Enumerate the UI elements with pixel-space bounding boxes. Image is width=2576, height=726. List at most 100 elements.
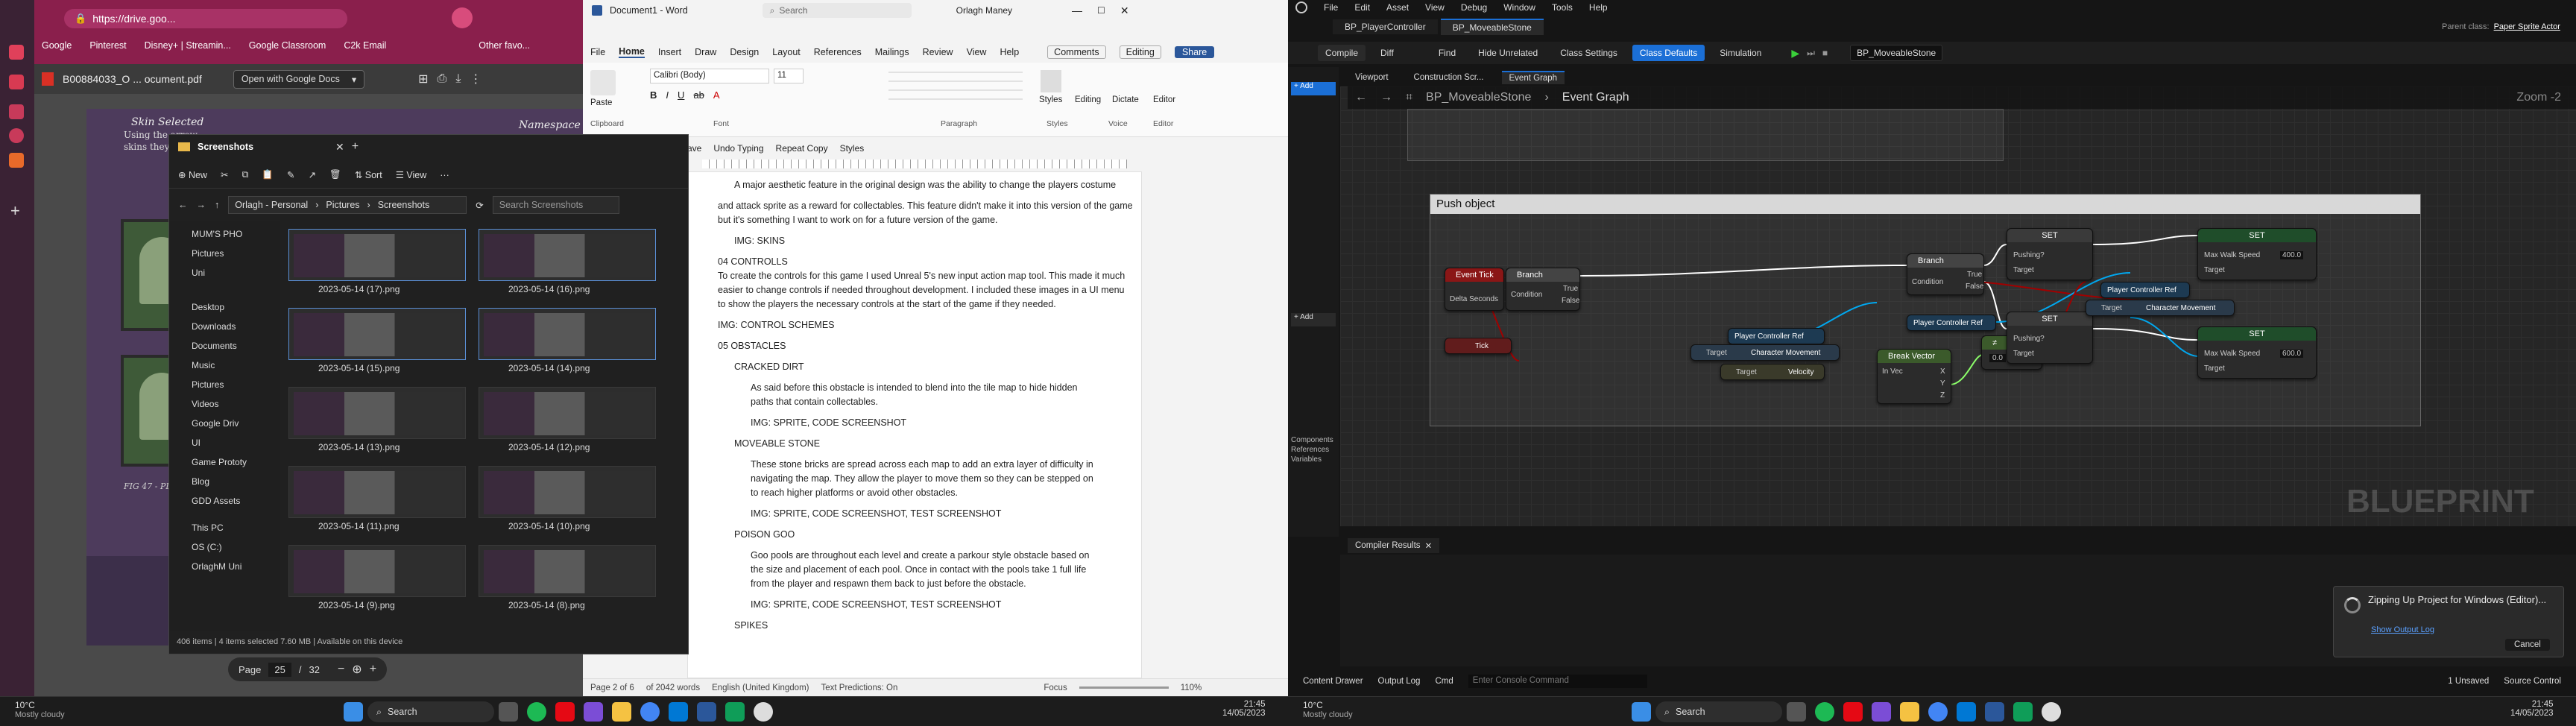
zoom-out-icon[interactable]: − bbox=[338, 663, 344, 676]
menu-edit[interactable]: Edit bbox=[1354, 2, 1370, 13]
taskview-icon[interactable] bbox=[1787, 702, 1806, 722]
menu-references[interactable]: References bbox=[814, 47, 862, 57]
editing-button[interactable]: Editing bbox=[1119, 45, 1161, 59]
up-icon[interactable]: ↑ bbox=[215, 200, 219, 210]
nav-item[interactable]: Videos bbox=[192, 399, 218, 409]
new-tab-icon[interactable]: + bbox=[352, 140, 359, 154]
event-tick-node[interactable]: Event Tick Delta Seconds bbox=[1445, 268, 1504, 311]
menu-debug[interactable]: Debug bbox=[1461, 2, 1487, 13]
profile-avatar[interactable] bbox=[452, 7, 473, 28]
cmd-select[interactable]: Cmd bbox=[1435, 677, 1453, 686]
file-name[interactable]: 2023-05-14 (10).png bbox=[508, 521, 590, 531]
taskbar-search[interactable]: ⌕ Search bbox=[1655, 701, 1782, 722]
undo-button[interactable]: Undo Typing bbox=[713, 143, 763, 154]
editor-button[interactable]: Editor bbox=[1153, 95, 1175, 104]
nav-item[interactable]: Pictures bbox=[192, 248, 224, 259]
tab-construction-script[interactable]: Construction Scr... bbox=[1407, 72, 1491, 83]
clock[interactable]: 21:45 14/05/2023 bbox=[2510, 700, 2554, 718]
hide-unrelated-button[interactable]: Hide Unrelated bbox=[1471, 45, 1545, 61]
bookmark-disney[interactable]: Disney+ | Streamin... bbox=[145, 40, 231, 51]
copy-icon[interactable]: ⧉ bbox=[242, 169, 248, 180]
menu-view[interactable]: View bbox=[967, 47, 987, 57]
simulation-button[interactable]: Simulation bbox=[1712, 45, 1769, 61]
nav-item[interactable]: Desktop bbox=[192, 302, 224, 312]
source-control-button[interactable]: Source Control bbox=[2504, 677, 2561, 686]
class-settings-button[interactable]: Class Settings bbox=[1553, 45, 1625, 61]
word-icon[interactable] bbox=[697, 702, 716, 722]
tab-event-graph[interactable]: Event Graph bbox=[1501, 71, 1565, 84]
compiler-results-tab[interactable]: Compiler Results ✕ bbox=[1348, 538, 1440, 553]
repeat-button[interactable]: Repeat Copy bbox=[776, 143, 828, 154]
view-button[interactable]: ☰ View bbox=[396, 169, 427, 180]
chrome-icon[interactable] bbox=[640, 702, 660, 722]
zoom-level[interactable]: 110% bbox=[1181, 684, 1202, 692]
word-search[interactable]: ⌕ Search bbox=[762, 3, 912, 18]
output-log-button[interactable]: Output Log bbox=[1378, 677, 1421, 686]
nav-item[interactable]: Documents bbox=[192, 341, 237, 351]
taskbar-search[interactable]: ⌕ Search bbox=[367, 701, 494, 722]
save-button[interactable]: ave bbox=[687, 143, 701, 154]
set-pushing-node[interactable]: SET Pushing? Target bbox=[2007, 228, 2093, 280]
player-controller-ref-node[interactable]: Player Controller Ref bbox=[2100, 282, 2190, 298]
folder-icon[interactable] bbox=[612, 702, 631, 722]
set-max-walk-speed-node-2[interactable]: SET Max Walk Speed 600.0 Target bbox=[2197, 326, 2317, 379]
font-name-select[interactable]: Calibri (Body) bbox=[650, 69, 769, 83]
menu-design[interactable]: Design bbox=[730, 47, 759, 57]
sidebar-app-icon[interactable] bbox=[9, 104, 24, 119]
nav-item[interactable]: Uni bbox=[192, 268, 205, 278]
player-controller-ref-node[interactable]: Player Controller Ref bbox=[1728, 328, 1825, 344]
unreal-icon[interactable] bbox=[754, 702, 773, 722]
compile-button[interactable]: Compile bbox=[1318, 45, 1366, 61]
comments-button[interactable]: Comments bbox=[1047, 45, 1106, 59]
nav-item[interactable]: MUM'S PHO bbox=[192, 229, 242, 239]
file-thumbnail[interactable] bbox=[288, 229, 466, 281]
menu-window[interactable]: Window bbox=[1503, 2, 1535, 13]
maximize-icon[interactable]: ☐ bbox=[1097, 5, 1105, 16]
find-button[interactable]: Find bbox=[1431, 45, 1463, 61]
sidebar-app-icon[interactable] bbox=[9, 45, 24, 60]
start-icon[interactable] bbox=[1632, 702, 1651, 722]
file-name[interactable]: 2023-05-14 (8).png bbox=[508, 600, 585, 610]
file-thumbnail[interactable] bbox=[288, 387, 466, 439]
file-thumbnail[interactable] bbox=[479, 545, 656, 597]
tab-viewport[interactable]: Viewport bbox=[1348, 72, 1396, 83]
set-pushing-node-2[interactable]: SET Pushing? Target bbox=[2007, 312, 2093, 364]
refresh-icon[interactable]: ⟳ bbox=[476, 200, 483, 211]
nav-item[interactable]: Music bbox=[192, 360, 215, 370]
paste-icon[interactable]: 📋 bbox=[262, 169, 274, 180]
debug-target-select[interactable]: BP_MoveableStone bbox=[1850, 45, 1943, 61]
app-icon[interactable] bbox=[584, 702, 603, 722]
branch-node-2[interactable]: Branch Condition True False bbox=[1907, 253, 1984, 295]
share-icon[interactable]: ↗ bbox=[308, 169, 315, 180]
paragraph-controls[interactable] bbox=[888, 70, 1023, 107]
file-thumbnail[interactable] bbox=[479, 387, 656, 439]
menu-review[interactable]: Review bbox=[923, 47, 953, 57]
player-controller-ref-node[interactable]: Player Controller Ref bbox=[1907, 315, 1996, 331]
stop-icon[interactable]: ■ bbox=[1822, 48, 1828, 58]
branch-node[interactable]: Branch Condition True False bbox=[1506, 268, 1580, 311]
menu-file[interactable]: File bbox=[1324, 2, 1338, 13]
menu-help[interactable]: Help bbox=[1000, 47, 1019, 57]
add-icon[interactable]: + bbox=[10, 201, 20, 221]
menu-file[interactable]: File bbox=[590, 47, 605, 57]
back-icon[interactable]: ← bbox=[178, 200, 188, 210]
add-variable-button[interactable]: + Add bbox=[1291, 313, 1336, 326]
styles-button[interactable]: Styles bbox=[1039, 95, 1062, 104]
font-size-select[interactable]: 11 bbox=[774, 69, 804, 83]
app-icon[interactable] bbox=[1872, 702, 1891, 722]
nav-item[interactable]: Downloads bbox=[192, 321, 236, 332]
menu-layout[interactable]: Layout bbox=[772, 47, 801, 57]
set-max-walk-speed-node[interactable]: SET Max Walk Speed 400.0 Target bbox=[2197, 228, 2317, 280]
forward-icon[interactable]: → bbox=[197, 200, 206, 210]
bookmark-other[interactable]: Other favo... bbox=[479, 40, 530, 51]
page-input[interactable]: 25 bbox=[268, 662, 291, 677]
text-predictions[interactable]: Text Predictions: On bbox=[821, 684, 897, 692]
menu-mailings[interactable]: Mailings bbox=[875, 47, 909, 57]
document-page[interactable]: A major aesthetic feature in the origina… bbox=[687, 171, 1142, 678]
references-section[interactable]: References bbox=[1291, 446, 1329, 454]
event-graph[interactable]: ← → ⌗ BP_MoveableStone › Event Graph Zoo… bbox=[1340, 86, 2576, 526]
variables-section[interactable]: Variables bbox=[1291, 455, 1322, 464]
zoom-slider[interactable] bbox=[1079, 686, 1169, 689]
start-icon[interactable] bbox=[344, 702, 363, 722]
minimize-icon[interactable]: — bbox=[1072, 4, 1082, 16]
